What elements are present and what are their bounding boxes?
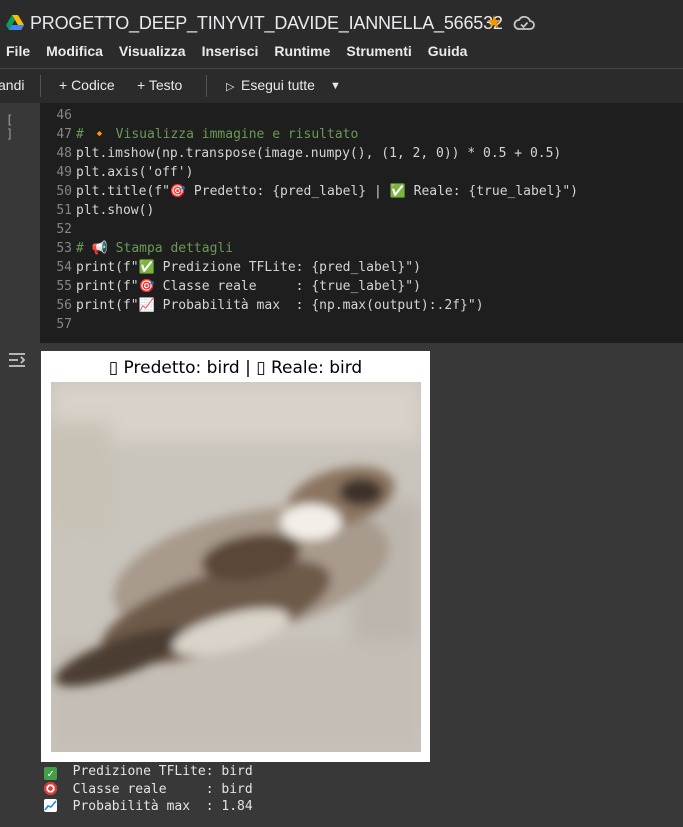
output-line: Probabilità max : 1.84 — [44, 799, 253, 814]
output-toggle-icon[interactable] — [6, 350, 28, 370]
code-line: 47 # 🔸 Visualizza immagine e risultato — [56, 127, 359, 142]
drive-icon[interactable] — [6, 15, 24, 31]
menu-file[interactable]: File — [6, 43, 30, 59]
toolbar-divider — [206, 75, 207, 97]
menu-modifica[interactable]: Modifica — [46, 43, 103, 59]
star-icon[interactable]: ★ — [486, 12, 502, 33]
code-line: 54 print(f"✅ Predizione TFLite: {pred_lab… — [56, 260, 421, 275]
cell-run-indicator[interactable]: [ ] — [6, 113, 24, 141]
play-icon: ▷ — [226, 81, 235, 93]
cloud-icon[interactable] — [513, 15, 535, 31]
code-line: 57 — [56, 317, 72, 332]
add-code-button[interactable]: + Codice — [59, 77, 115, 93]
notebook-title[interactable]: PROGETTO_DEEP_TINYVIT_DAVIDE_IANNELLA_56… — [30, 13, 503, 34]
chevron-down-icon[interactable]: ▼ — [330, 80, 341, 92]
bird-image — [51, 382, 421, 752]
run-all-button[interactable]: Esegui tutte — [241, 77, 315, 93]
menu-guida[interactable]: Guida — [428, 43, 468, 59]
code-editor[interactable]: 46 47 # 🔸 Visualizza immagine e risultato… — [54, 106, 578, 334]
commands-button[interactable]: andi — [0, 77, 24, 93]
toolbar: andi + Codice + Testo ▷ Esegui tutte ▼ — [0, 68, 683, 104]
menu-bar: File Modifica Visualizza Inserisci Runti… — [6, 43, 467, 59]
target-emoji — [44, 781, 57, 795]
code-line: 53 # 📢 Stampa dettagli — [56, 241, 234, 256]
code-line: 56 print(f"📈 Probabilità max : {np.max(ou… — [56, 298, 484, 313]
add-text-button[interactable]: + Testo — [137, 77, 182, 93]
print-output: ✓ Predizione TFLite: bird Classe reale :… — [44, 763, 253, 816]
code-line: 55 print(f"🎯 Classe reale : {true_label}"… — [56, 279, 421, 294]
output-line: Classe reale : bird — [44, 781, 253, 797]
code-line: 50 plt.title(f"🎯 Predetto: {pred_label} |… — [56, 184, 578, 199]
chart-emoji — [44, 799, 57, 812]
check-emoji: ✓ — [44, 767, 57, 780]
code-line: 46 — [56, 108, 72, 123]
menu-runtime[interactable]: Runtime — [274, 43, 330, 59]
figure-title: ▯ Predetto: bird | ▯ Reale: bird — [108, 358, 363, 378]
code-line: 51 plt.show() — [56, 203, 155, 218]
menu-inserisci[interactable]: Inserisci — [202, 43, 259, 59]
menu-strumenti[interactable]: Strumenti — [346, 43, 411, 59]
code-line: 48 plt.imshow(np.transpose(image.numpy(),… — [56, 146, 562, 161]
menu-visualizza[interactable]: Visualizza — [119, 43, 186, 59]
output-line: ✓ Predizione TFLite: bird — [44, 764, 253, 780]
code-line: 52 — [56, 222, 72, 237]
code-line: 49 plt.axis('off') — [56, 165, 194, 180]
toolbar-divider — [40, 75, 41, 97]
